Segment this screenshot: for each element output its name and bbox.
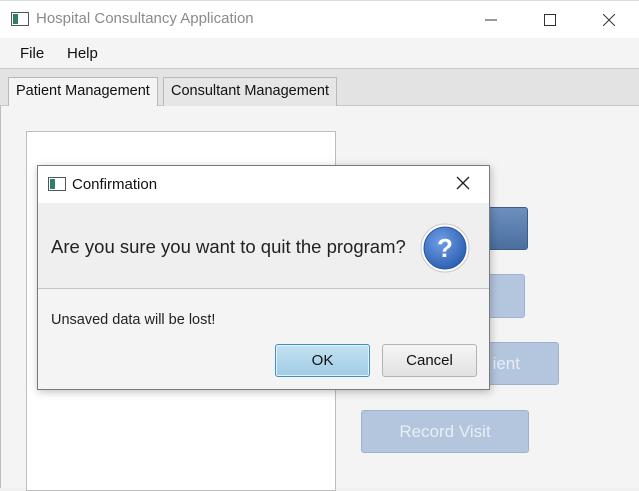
app-window-icon bbox=[11, 12, 29, 26]
menu-help[interactable]: Help bbox=[67, 45, 98, 62]
ok-button[interactable]: OK bbox=[275, 344, 370, 377]
minimize-icon bbox=[485, 19, 497, 21]
menu-bar: File Help bbox=[0, 38, 639, 69]
minimize-button[interactable] bbox=[468, 1, 514, 39]
maximize-icon bbox=[544, 14, 556, 26]
record-visit-button[interactable]: Record Visit bbox=[361, 410, 529, 453]
dialog-question: Are you sure you want to quit the progra… bbox=[51, 236, 406, 257]
close-icon[interactable] bbox=[456, 176, 470, 190]
window-title: Hospital Consultancy Application bbox=[36, 10, 254, 27]
cancel-button[interactable]: Cancel bbox=[382, 344, 477, 377]
menu-file[interactable]: File bbox=[20, 45, 44, 62]
close-icon bbox=[603, 14, 615, 26]
tab-strip: Patient Management Consultant Management bbox=[0, 69, 639, 107]
dialog-title: Confirmation bbox=[72, 176, 158, 193]
window-titlebar: Hospital Consultancy Application bbox=[0, 0, 639, 38]
dialog-message: Unsaved data will be lost! bbox=[51, 312, 216, 328]
svg-text:?: ? bbox=[437, 233, 453, 263]
app-window-icon bbox=[48, 177, 66, 191]
tab-patient-management[interactable]: Patient Management bbox=[8, 77, 158, 107]
tab-consultant-management[interactable]: Consultant Management bbox=[163, 77, 337, 106]
close-window-button[interactable] bbox=[586, 1, 632, 39]
question-icon: ? bbox=[420, 223, 470, 273]
confirmation-dialog: Confirmation Are you sure you want to qu… bbox=[37, 165, 490, 390]
dialog-titlebar: Confirmation bbox=[38, 166, 489, 203]
maximize-button[interactable] bbox=[527, 1, 573, 39]
